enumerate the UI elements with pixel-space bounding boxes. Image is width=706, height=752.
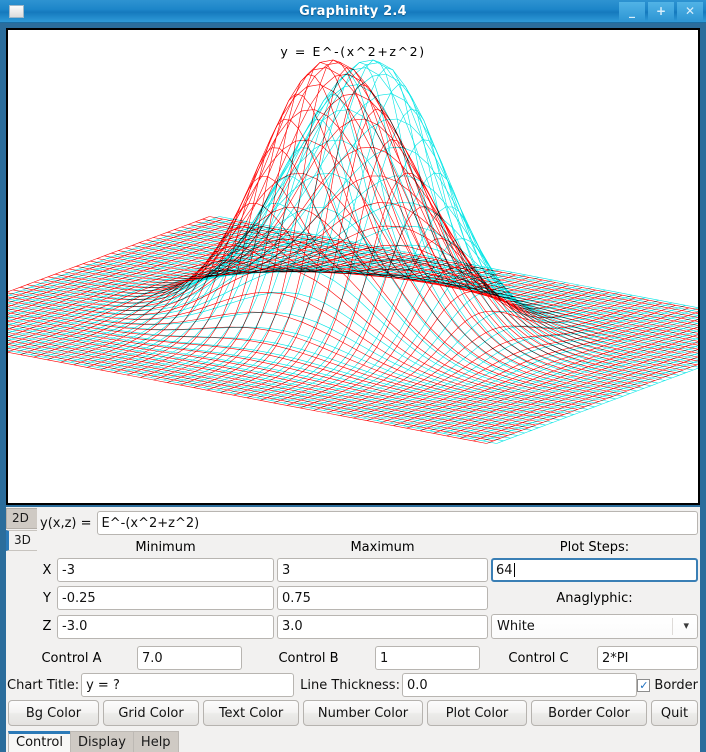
- bottom-tab-bar: Control Display Help: [6, 729, 700, 752]
- close-button[interactable]: ✕: [677, 1, 703, 21]
- color-button-row: Bg Color Grid Color Text Color Number Co…: [6, 700, 700, 726]
- z-max-input[interactable]: 3.0: [277, 614, 488, 639]
- form-area: y(x,z) = E^-(x^2+z^2) Minimum Maximum Pl…: [37, 507, 700, 643]
- maximize-button[interactable]: +: [648, 1, 674, 21]
- control-b-label: Control B: [278, 650, 339, 666]
- border-color-button[interactable]: Border Color: [531, 700, 647, 726]
- tab-filler: [179, 729, 700, 752]
- tab-help[interactable]: Help: [132, 731, 179, 752]
- x-min-input[interactable]: -3: [57, 558, 274, 582]
- equation-input[interactable]: E^-(x^2+z^2): [96, 511, 698, 535]
- plot-steps-value: 64: [496, 562, 513, 578]
- plot-canvas[interactable]: y = E^-(x^2+z^2): [6, 28, 700, 505]
- axis-row-y: Y -0.25 0.75 Anaglyphic:: [37, 586, 700, 610]
- axis-row-z: Z -3.0 3.0 White ▾: [37, 614, 700, 639]
- tab-3d[interactable]: 3D: [6, 530, 37, 551]
- control-a-input[interactable]: 7.0: [137, 646, 242, 670]
- text-color-button[interactable]: Text Color: [203, 700, 299, 726]
- column-headers: Minimum Maximum Plot Steps:: [37, 537, 700, 558]
- header-minimum: Minimum: [135, 540, 196, 555]
- chart-title-input[interactable]: y = ?: [81, 673, 295, 697]
- minimize-button[interactable]: _: [619, 1, 645, 21]
- axis-label-z: Z: [42, 619, 52, 634]
- window-title: Graphinity 2.4: [299, 3, 407, 19]
- z-min-input[interactable]: -3.0: [57, 614, 274, 639]
- header-maximum: Maximum: [350, 540, 415, 555]
- control-c-label: Control C: [508, 650, 569, 666]
- quit-button[interactable]: Quit: [651, 700, 698, 726]
- header-plot-steps: Plot Steps:: [559, 540, 630, 555]
- anaglyphic-label: Anaglyphic:: [556, 590, 633, 606]
- anaglyphic-select[interactable]: White ▾: [491, 614, 698, 639]
- border-label: Border: [654, 677, 698, 693]
- control-a-label: Control A: [41, 650, 102, 666]
- tab-control[interactable]: Control: [8, 731, 71, 752]
- chart-title-row: Chart Title: y = ? Line Thickness: 0.0 ✓…: [6, 673, 700, 697]
- line-thickness-label: Line Thickness:: [300, 677, 400, 693]
- control-b-input[interactable]: 1: [375, 646, 480, 670]
- chart-title-label: Chart Title:: [7, 677, 80, 693]
- window-buttons: _ + ✕: [619, 1, 703, 21]
- title-bar[interactable]: Graphinity 2.4 _ + ✕: [0, 0, 706, 23]
- surface-plot-svg: [8, 59, 698, 444]
- axis-label-y: Y: [43, 590, 51, 606]
- control-abc-row: Control A 7.0 Control B 1 Control C 2*PI: [6, 646, 700, 670]
- anaglyphic-value: White: [497, 619, 535, 634]
- tab-2d[interactable]: 2D: [6, 508, 37, 529]
- x-max-input[interactable]: 3: [277, 558, 488, 582]
- number-color-button[interactable]: Number Color: [303, 700, 423, 726]
- text-caret: [513, 563, 515, 577]
- bg-color-button[interactable]: Bg Color: [8, 700, 99, 726]
- axis-row-x: X -3 3 64: [37, 558, 700, 582]
- y-min-input[interactable]: -0.25: [57, 586, 274, 610]
- y-max-input[interactable]: 0.75: [277, 586, 488, 610]
- control-c-input[interactable]: 2*PI: [597, 646, 698, 670]
- window-icon: [9, 4, 24, 18]
- select-divider: [672, 618, 673, 635]
- plot-color-button[interactable]: Plot Color: [427, 700, 527, 726]
- grid-color-button[interactable]: Grid Color: [103, 700, 199, 726]
- plot-steps-input[interactable]: 64: [491, 558, 698, 582]
- dimension-tabs: 2D 3D: [6, 507, 37, 643]
- tab-display[interactable]: Display: [70, 731, 134, 752]
- chevron-down-icon: ▾: [683, 618, 689, 632]
- application-window: Graphinity 2.4 _ + ✕ y = E^-(x^2+z^2) 2D…: [0, 0, 706, 752]
- line-thickness-input[interactable]: 0.0: [401, 673, 638, 697]
- equation-row: y(x,z) = E^-(x^2+z^2): [37, 508, 700, 537]
- control-panel: 2D 3D y(x,z) = E^-(x^2+z^2) Minimum Maxi…: [6, 507, 700, 752]
- equation-label: y(x,z) =: [40, 515, 92, 531]
- axis-label-x: X: [42, 562, 52, 578]
- border-checkbox[interactable]: ✓: [637, 678, 651, 692]
